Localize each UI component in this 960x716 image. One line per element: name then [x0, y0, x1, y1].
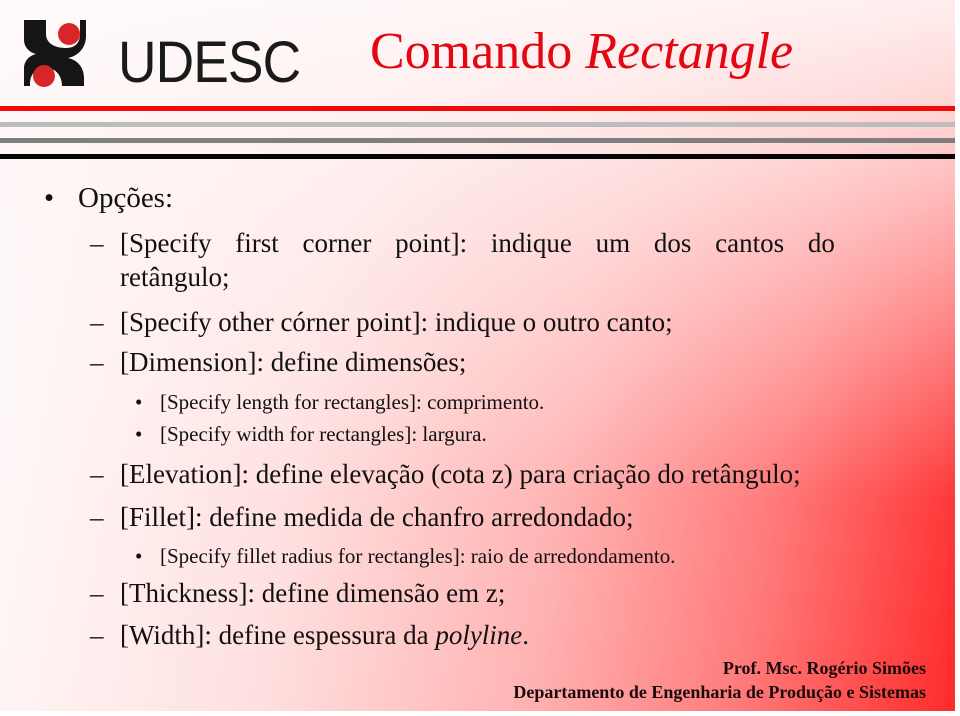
dash-icon: – [90, 228, 104, 258]
text-italic: polyline [435, 620, 523, 650]
dash-icon: – [90, 578, 104, 608]
divider-black [0, 154, 955, 159]
bullet-icon: • [135, 544, 143, 568]
text-plain: [Width]: define espessura da [120, 620, 436, 650]
list-item-text: [Thickness]: define dimensão em z; [120, 578, 506, 608]
list-item-text: [Specify first corner point]: indique um… [120, 228, 835, 258]
sub-list-item-text: [Specify length for rectangles]: comprim… [160, 390, 545, 414]
list-item-continuation: retângulo; [120, 262, 229, 293]
bullet-icon: • [44, 182, 55, 214]
slide: UDESC Comando Rectangle • Opções: – [Spe… [0, 0, 955, 711]
list-item-text: [Fillet]: define medida de chanfro arred… [120, 502, 634, 532]
divider-red [0, 106, 955, 111]
divider-medium-gray [0, 138, 955, 143]
dash-icon: – [90, 459, 104, 489]
udesc-logo: UDESC [22, 18, 301, 92]
footer-department: Departamento de Engenharia de Produção e… [513, 682, 926, 702]
dash-icon: – [90, 307, 104, 337]
divider-light-gray [0, 122, 955, 127]
heading-text: Opções: [78, 182, 174, 214]
list-item-text: retângulo; [120, 262, 230, 292]
dash-icon: – [90, 502, 104, 532]
bullet-icon: • [135, 390, 143, 414]
sub-list-item-text: [Specify fillet radius for rectangles]: … [160, 544, 676, 568]
title-plain: Comando [370, 23, 586, 80]
list-item-text: [Specify other córner point]: indique o … [120, 307, 673, 337]
slide-title: Comando Rectangle [370, 26, 793, 78]
title-italic: Rectangle [585, 23, 794, 80]
dash-icon: – [90, 347, 104, 377]
footer-author: Prof. Msc. Rogério Simões [722, 658, 926, 678]
sub-list-item-text: [Specify width for rectangles]: largura. [160, 422, 487, 446]
text-end: . [522, 620, 530, 650]
list-item-text: [Elevation]: define elevação (cota z) pa… [120, 459, 801, 489]
list-item-text: [Width]: define espessura da polyline. [120, 620, 529, 651]
udesc-emblem-icon [24, 20, 86, 87]
dash-icon: – [90, 620, 104, 650]
logo-text: UDESC [118, 30, 301, 95]
list-item-text: [Dimension]: define dimensões; [120, 347, 467, 377]
bullet-icon: • [135, 422, 143, 446]
